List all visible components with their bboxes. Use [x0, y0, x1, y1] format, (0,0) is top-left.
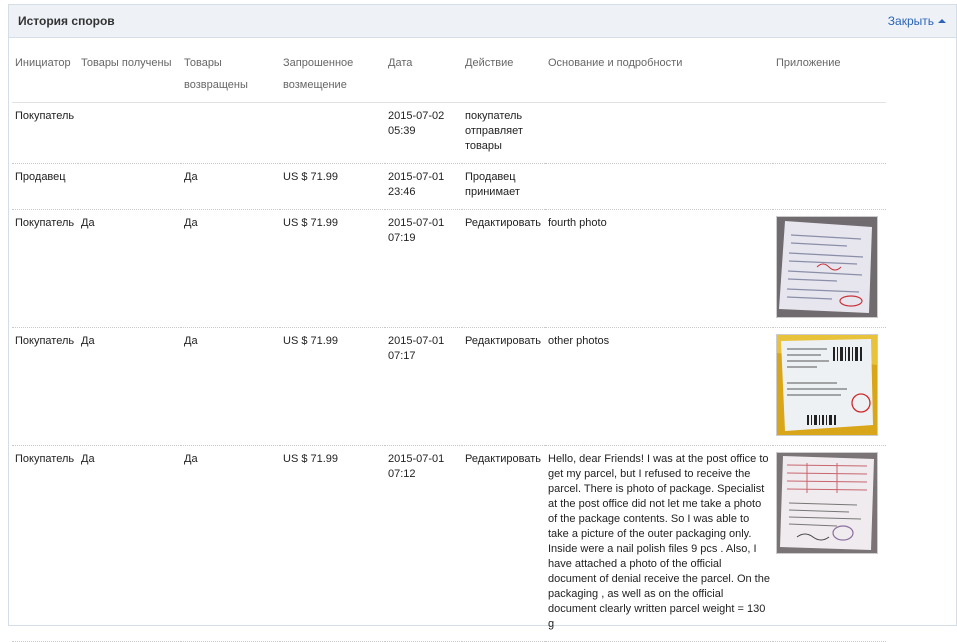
cell-reason — [545, 102, 773, 164]
table-row: Покупатель Да Да US $ 71.99 2015-07-01 0… — [12, 445, 886, 642]
document-photo-thumbnail[interactable] — [776, 216, 878, 318]
cell-date: 2015-07-02 05:39 — [385, 102, 462, 164]
caret-up-icon — [938, 19, 946, 23]
cell-attachment — [773, 445, 886, 642]
cell-received — [78, 163, 181, 210]
cell-returned: Да — [181, 327, 280, 446]
cell-attachment — [773, 163, 886, 210]
cell-attachment — [773, 327, 886, 446]
cell-reason: fourth photo — [545, 209, 773, 328]
close-label: Закрыть — [887, 14, 934, 28]
dispute-history-table: Инициатор Товары получены Товары возвращ… — [12, 47, 886, 642]
cell-received: Да — [78, 445, 181, 642]
column-header-attachment: Приложение — [773, 47, 886, 103]
cell-returned — [181, 102, 280, 164]
cell-received: Да — [78, 209, 181, 328]
cell-date: 2015-07-01 23:46 — [385, 163, 462, 210]
table-row: Покупатель Да Да US $ 71.99 2015-07-01 0… — [12, 209, 886, 328]
cell-reason — [545, 163, 773, 210]
cell-date: 2015-07-01 07:19 — [385, 209, 462, 328]
table-row: Покупатель 2015-07-02 05:39 покупатель о… — [12, 102, 886, 164]
cell-date: 2015-07-01 07:17 — [385, 327, 462, 446]
table-row: Продавец Да US $ 71.99 2015-07-01 23:46 … — [12, 163, 886, 210]
cell-returned: Да — [181, 163, 280, 210]
column-header-refund: Запрошенное возмещение — [280, 47, 385, 103]
table-row: Покупатель Да Да US $ 71.99 2015-07-01 0… — [12, 327, 886, 446]
cell-initiator: Покупатель — [12, 327, 78, 446]
cell-refund: US $ 71.99 — [280, 327, 385, 446]
column-header-reason: Основание и подробности — [545, 47, 773, 103]
column-header-returned: Товары возвращены — [181, 47, 280, 103]
cell-refund — [280, 102, 385, 164]
cell-action: Редактировать — [462, 327, 545, 446]
cell-action: Редактировать — [462, 209, 545, 328]
form-photo-thumbnail[interactable] — [776, 452, 878, 554]
cell-initiator: Покупатель — [12, 445, 78, 642]
cell-refund: US $ 71.99 — [280, 445, 385, 642]
cell-received: Да — [78, 327, 181, 446]
cell-received — [78, 102, 181, 164]
column-header-received: Товары получены — [78, 47, 181, 103]
cell-action: Редактировать — [462, 445, 545, 642]
cell-initiator: Покупатель — [12, 102, 78, 164]
column-header-date: Дата — [385, 47, 462, 103]
cell-refund: US $ 71.99 — [280, 163, 385, 210]
cell-date: 2015-07-01 07:12 — [385, 445, 462, 642]
table-header-row: Инициатор Товары получены Товары возвращ… — [12, 47, 886, 103]
column-header-action: Действие — [462, 47, 545, 103]
panel-header: История споров Закрыть — [9, 5, 956, 38]
cell-returned: Да — [181, 445, 280, 642]
close-link[interactable]: Закрыть — [888, 14, 946, 28]
cell-attachment — [773, 209, 886, 328]
cell-attachment — [773, 102, 886, 164]
cell-action: Продавец принимает — [462, 163, 545, 210]
cell-reason: other photos — [545, 327, 773, 446]
cell-initiator: Продавец — [12, 163, 78, 210]
cell-refund: US $ 71.99 — [280, 209, 385, 328]
panel-title: История споров — [18, 14, 115, 28]
cell-reason: Hello, dear Friends! I was at the post o… — [545, 445, 773, 642]
package-photo-thumbnail[interactable] — [776, 334, 878, 436]
cell-initiator: Покупатель — [12, 209, 78, 328]
column-header-initiator: Инициатор — [12, 47, 78, 103]
cell-returned: Да — [181, 209, 280, 328]
cell-action: покупатель отправляет товары — [462, 102, 545, 164]
